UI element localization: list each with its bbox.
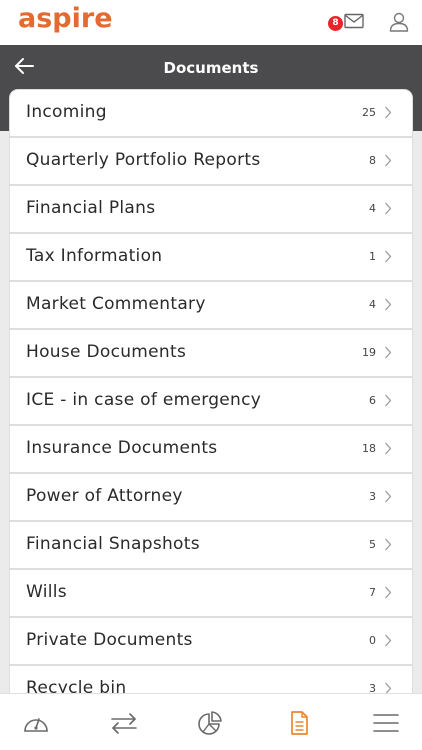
folder-count: 3 xyxy=(369,490,376,503)
chevron-right-icon xyxy=(385,154,392,167)
chevron-right-icon xyxy=(385,202,392,215)
folder-label: Wills xyxy=(26,582,67,602)
document-folder-row[interactable]: Financial Plans 4 xyxy=(10,186,412,232)
folder-label: ICE - in case of emergency xyxy=(26,390,262,410)
chevron-right-icon xyxy=(385,634,392,647)
documents-list: Incoming 25 Quarterly Portfolio Reports … xyxy=(10,90,412,714)
folder-count: 5 xyxy=(369,538,376,551)
top-bar: aspire 8 xyxy=(0,0,422,45)
bottom-navigation xyxy=(0,693,422,750)
chevron-right-icon xyxy=(385,250,392,263)
document-folder-row[interactable]: Insurance Documents 18 xyxy=(10,426,412,472)
transfer-arrows-icon[interactable] xyxy=(109,710,139,736)
chevron-right-icon xyxy=(385,394,392,407)
document-folder-row[interactable]: Power of Attorney 3 xyxy=(10,474,412,520)
folder-count: 1 xyxy=(369,250,376,263)
document-folder-row[interactable]: Market Commentary 4 xyxy=(10,282,412,328)
folder-label: Quarterly Portfolio Reports xyxy=(26,150,261,170)
user-icon[interactable] xyxy=(388,11,410,33)
folder-count: 8 xyxy=(369,154,376,167)
document-folder-row[interactable]: Tax Information 1 xyxy=(10,234,412,280)
folder-label: House Documents xyxy=(26,342,187,362)
menu-icon[interactable] xyxy=(371,710,401,736)
messages-button[interactable]: 8 xyxy=(328,12,368,34)
folder-label: Financial Plans xyxy=(26,198,156,218)
page-title: Documents xyxy=(163,59,259,77)
folder-label: Private Documents xyxy=(26,630,193,650)
chevron-right-icon xyxy=(385,490,392,503)
folder-count: 7 xyxy=(369,586,376,599)
document-folder-row[interactable]: Private Documents 0 xyxy=(10,618,412,664)
dashboard-gauge-icon[interactable] xyxy=(21,710,51,736)
folder-count: 19 xyxy=(362,346,376,359)
document-folder-row[interactable]: Quarterly Portfolio Reports 8 xyxy=(10,138,412,184)
chevron-right-icon xyxy=(385,106,392,119)
folder-count: 25 xyxy=(362,106,376,119)
folder-count: 18 xyxy=(362,442,376,455)
folder-count: 6 xyxy=(369,394,376,407)
chevron-right-icon xyxy=(385,442,392,455)
chevron-right-icon xyxy=(385,538,392,551)
documents-icon[interactable] xyxy=(284,710,314,736)
folder-count: 4 xyxy=(369,298,376,311)
folder-label: Power of Attorney xyxy=(26,486,183,506)
aspire-logo[interactable]: aspire xyxy=(18,3,113,34)
chevron-right-icon xyxy=(385,298,392,311)
unread-badge: 8 xyxy=(328,16,343,31)
folder-label: Financial Snapshots xyxy=(26,534,200,554)
document-folder-row[interactable]: ICE - in case of emergency 6 xyxy=(10,378,412,424)
portfolio-pie-icon[interactable] xyxy=(196,710,226,736)
folder-label: Tax Information xyxy=(26,246,163,266)
folder-label: Market Commentary xyxy=(26,294,206,314)
document-folder-row[interactable]: Wills 7 xyxy=(10,570,412,616)
folder-count: 0 xyxy=(369,634,376,647)
folder-count: 4 xyxy=(369,202,376,215)
folder-label: Incoming xyxy=(26,102,107,122)
chevron-right-icon xyxy=(385,346,392,359)
document-folder-row[interactable]: Financial Snapshots 5 xyxy=(10,522,412,568)
document-folder-row[interactable]: Incoming 25 xyxy=(10,90,412,136)
chevron-right-icon xyxy=(385,586,392,599)
document-folder-row[interactable]: House Documents 19 xyxy=(10,330,412,376)
mail-icon xyxy=(344,13,364,29)
folder-label: Insurance Documents xyxy=(26,438,218,458)
